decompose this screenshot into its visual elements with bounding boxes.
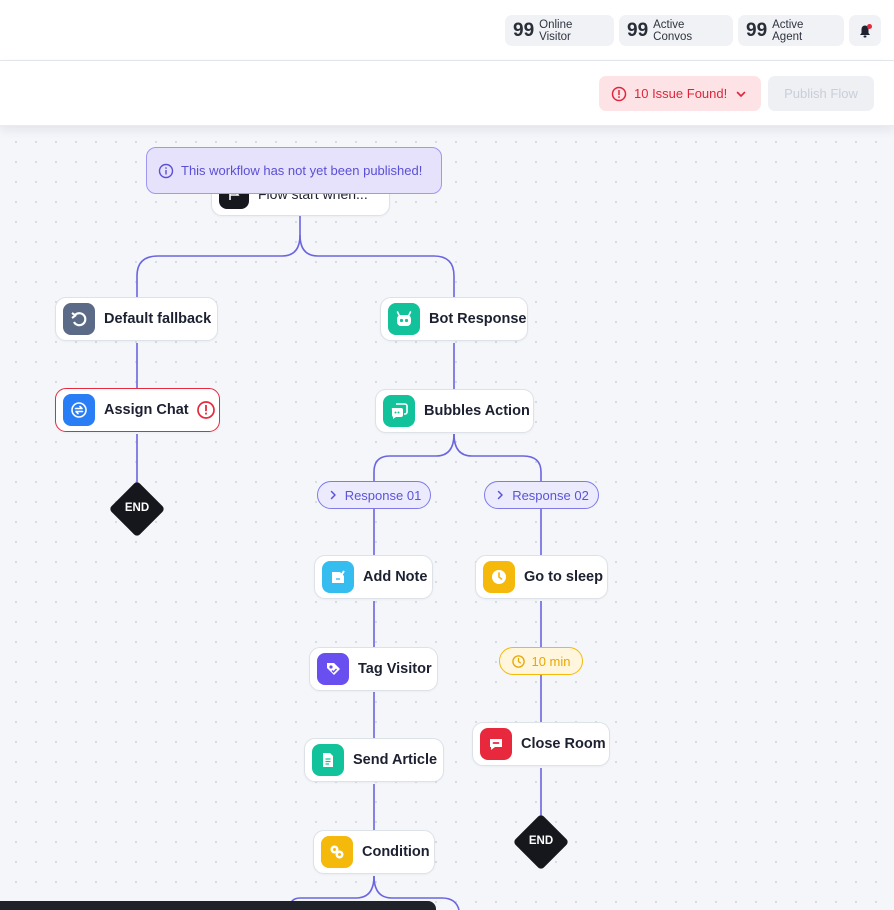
node-default-fallback[interactable]: Default fallback <box>55 297 218 341</box>
node-go-to-sleep[interactable]: Go to sleep <box>475 555 608 599</box>
node-bot-response[interactable]: Bot Response <box>380 297 528 341</box>
node-label: Go to sleep <box>524 569 603 585</box>
info-icon <box>158 163 174 178</box>
tag-icon <box>317 653 349 685</box>
node-send-article[interactable]: Send Article <box>304 738 444 782</box>
node-label: Send Article <box>353 752 438 768</box>
node-label: Bubbles Action <box>424 403 530 419</box>
node-bubbles-action[interactable]: Bubbles Action <box>375 389 534 433</box>
end-label: END <box>528 835 554 847</box>
bottom-dock <box>0 901 436 910</box>
node-label: Assign Chat <box>104 402 189 418</box>
condition-icon <box>321 836 353 868</box>
response-label: Response 02 <box>512 487 589 503</box>
unpublished-banner: This workflow has not yet been published… <box>146 147 442 194</box>
node-label: Default fallback <box>104 311 212 327</box>
end-label: END <box>124 502 150 514</box>
note-icon <box>322 561 354 593</box>
chevron-right-icon <box>497 490 503 500</box>
response-01-chip[interactable]: Response 01 <box>317 481 431 509</box>
node-label: Add Note <box>363 569 428 585</box>
sleep-duration-label: 10 min <box>531 653 571 669</box>
node-add-note[interactable]: Add Note <box>314 555 433 599</box>
node-assign-chat[interactable]: Assign Chat <box>55 388 220 432</box>
chevron-right-icon <box>330 490 336 500</box>
node-label: Bot Response <box>429 311 527 327</box>
sleep-duration-chip[interactable]: 10 min <box>499 647 583 675</box>
response-02-chip[interactable]: Response 02 <box>484 481 599 509</box>
transfer-icon <box>63 394 95 426</box>
node-tag-visitor[interactable]: Tag Visitor <box>309 647 438 691</box>
clock-outline-icon <box>512 654 526 668</box>
banner-text: This workflow has not yet been published… <box>181 163 423 178</box>
article-icon <box>312 744 344 776</box>
node-condition[interactable]: Condition <box>313 830 435 874</box>
robot-icon <box>388 303 420 335</box>
close-chat-icon <box>480 728 512 760</box>
error-icon <box>196 401 215 419</box>
flow-connectors <box>136 210 542 910</box>
undo-icon <box>63 303 95 335</box>
node-close-room[interactable]: Close Room <box>472 722 610 766</box>
clock-icon <box>483 561 515 593</box>
response-label: Response 01 <box>344 487 422 503</box>
node-label: Close Room <box>521 736 606 752</box>
node-label: Tag Visitor <box>358 661 432 677</box>
node-label: Condition <box>362 844 430 860</box>
chat-bubbles-icon <box>383 395 415 427</box>
